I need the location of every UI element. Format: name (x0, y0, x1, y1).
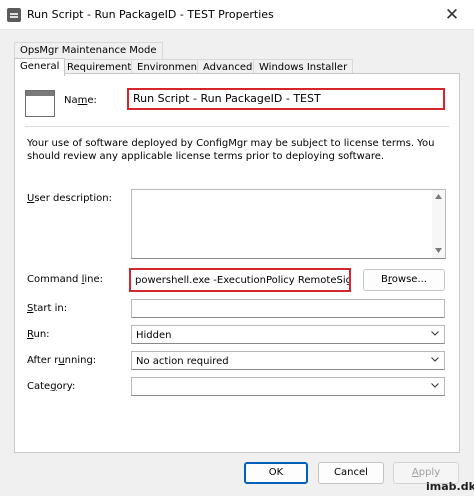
chevron-down-icon (431, 357, 439, 362)
package-icon (25, 90, 55, 117)
license-notice: Your use of software deployed by ConfigM… (27, 138, 435, 162)
category-label: Category: (27, 381, 76, 392)
description-scrollbar[interactable] (432, 190, 445, 258)
tab-general[interactable]: General (14, 58, 66, 76)
after-running-select-value: No action required (136, 356, 229, 367)
user-description-label: User description: (27, 193, 112, 204)
name-label: Name: (64, 95, 97, 106)
watermark: imab.dk (426, 480, 474, 493)
divider-top (25, 126, 449, 127)
browse-button[interactable]: Browse... (363, 269, 445, 291)
scroll-down-icon[interactable] (435, 248, 442, 253)
run-select[interactable]: Hidden (131, 325, 445, 344)
chevron-down-icon (431, 383, 439, 388)
command-line-label: Command line: (27, 274, 103, 285)
command-line-input[interactable]: powershell.exe -ExecutionPolicy RemoteSi… (129, 268, 351, 292)
app-icon (7, 8, 21, 22)
after-running-label: After running: (27, 355, 97, 366)
name-input[interactable]: Run Script - Run PackageID - TEST (127, 88, 445, 110)
start-in-label: Start in: (27, 303, 68, 314)
window-title: Run Script - Run PackageID - TEST Proper… (27, 8, 274, 21)
cancel-button[interactable]: Cancel (318, 462, 384, 484)
title-bar: Run Script - Run PackageID - TEST Proper… (0, 0, 474, 30)
user-description-textarea[interactable] (131, 189, 446, 259)
run-select-value: Hidden (136, 330, 172, 341)
scroll-up-icon[interactable] (435, 194, 442, 199)
general-tab-panel: Name: Run Script - Run PackageID - TEST … (14, 73, 460, 453)
category-select[interactable] (131, 377, 445, 396)
run-label: Run: (27, 329, 50, 340)
tab-opsmgr-maintenance-mode[interactable]: OpsMgr Maintenance Mode (14, 42, 163, 59)
chevron-down-icon (431, 331, 439, 336)
close-button[interactable]: ✕ (430, 0, 474, 30)
start-in-input[interactable] (131, 299, 445, 318)
after-running-select[interactable]: No action required (131, 351, 445, 370)
ok-button[interactable]: OK (244, 462, 308, 484)
